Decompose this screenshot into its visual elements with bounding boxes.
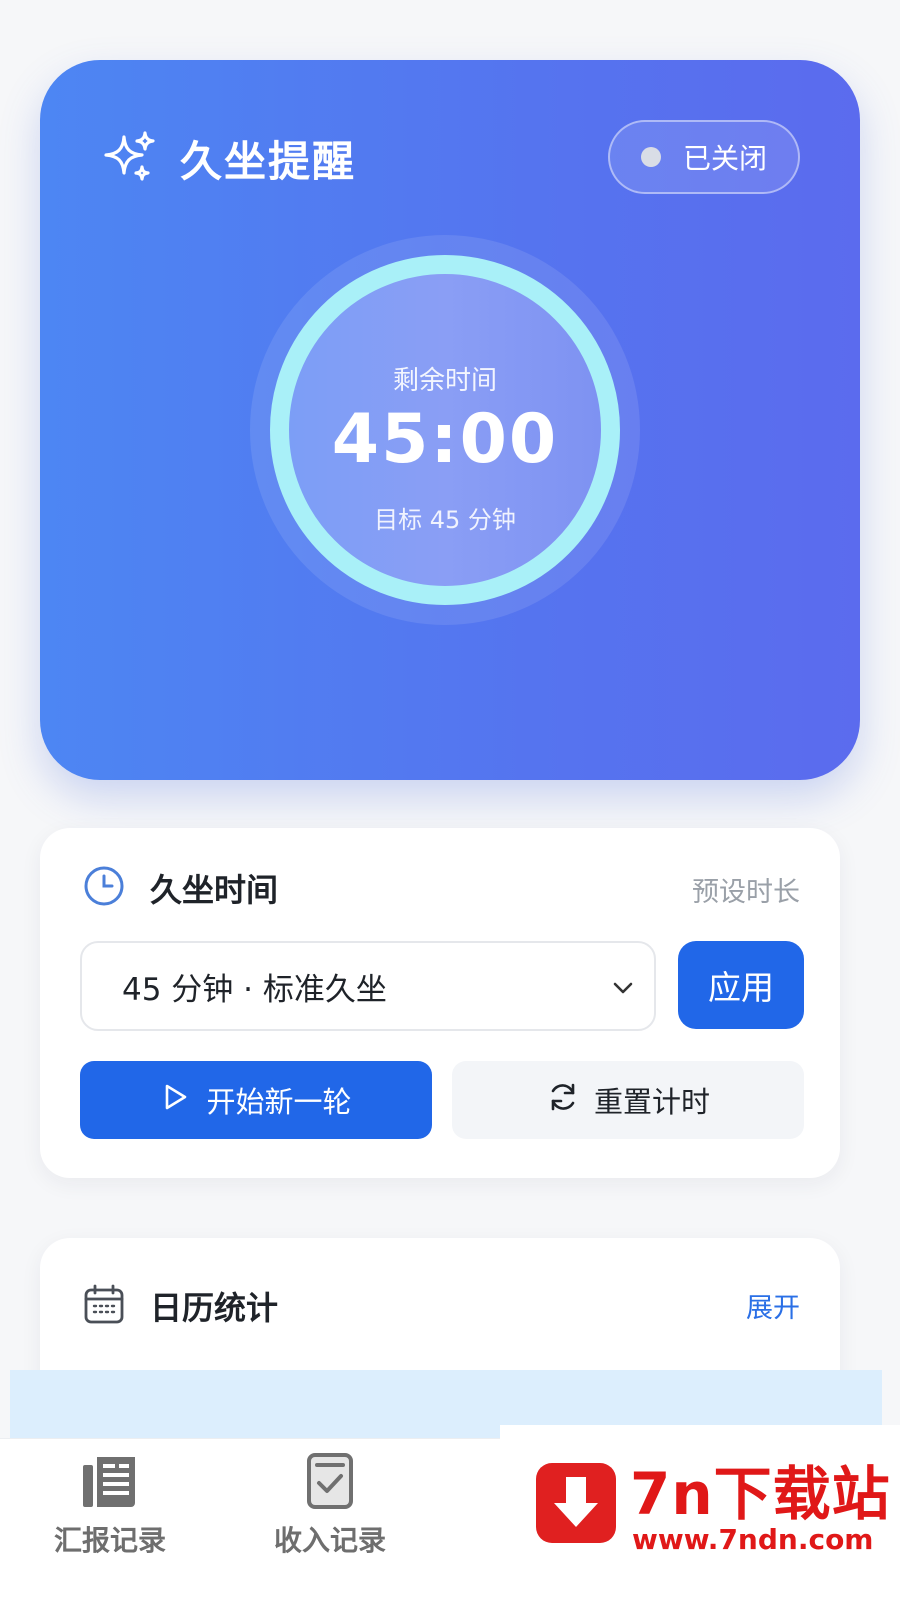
tab-report-records-label: 汇报记录	[53, 1524, 166, 1557]
tab-report-records[interactable]: 汇报记录	[30, 1451, 190, 1559]
sit-time-card: 久坐时间 预设时长 45 分钟 · 标准久坐 应用 开始新一轮 重置计时	[40, 828, 840, 1178]
reset-timer-label: 重置计时	[593, 1085, 710, 1119]
remaining-time-value: 45:00	[331, 400, 559, 479]
reminder-status-toggle[interactable]: 已关闭	[608, 120, 800, 194]
apply-button[interactable]: 应用	[678, 941, 804, 1029]
status-dot	[640, 147, 661, 167]
calendar-icon	[82, 1282, 126, 1330]
start-new-round-label: 开始新一轮	[206, 1085, 352, 1119]
hero-title: 久坐提醒	[180, 137, 357, 186]
start-new-round-button[interactable]: 开始新一轮	[80, 1061, 432, 1139]
watermark-name: 7n下载站	[630, 1460, 891, 1528]
hero-header: 久坐提醒	[102, 128, 356, 189]
status-label: 已关闭	[682, 142, 767, 175]
reset-timer-button[interactable]: 重置计时	[452, 1061, 804, 1139]
sparkles-icon	[102, 129, 158, 189]
watermark: 7n下载站 www.7ndn.com	[500, 1425, 900, 1600]
calendar-title: 日历统计	[150, 1289, 279, 1327]
watermark-url: www.7ndn.com	[632, 1523, 874, 1556]
download-arrow-icon	[536, 1463, 616, 1543]
duration-select-value: 45 分钟 · 标准久坐	[122, 971, 387, 1008]
sedentary-reminder-card: 久坐提醒 已关闭 剩余时间 45:00 目标 45 分钟	[40, 60, 860, 780]
newspaper-icon	[30, 1451, 190, 1513]
timer-ring: 剩余时间 45:00 目标 45 分钟	[270, 255, 620, 605]
preset-duration-label: 预设时长	[692, 877, 800, 908]
calendar-header: 日历统计	[82, 1282, 278, 1330]
checklist-icon	[250, 1451, 410, 1513]
duration-select[interactable]: 45 分钟 · 标准久坐	[80, 941, 656, 1031]
target-duration-text: 目标 45 分钟	[374, 506, 516, 534]
remaining-time-label: 剩余时间	[392, 366, 497, 396]
refresh-icon	[546, 1080, 594, 1121]
clock-icon	[82, 864, 126, 912]
expand-calendar-link[interactable]: 展开	[746, 1286, 800, 1325]
tab-income-records-label: 收入记录	[273, 1524, 386, 1557]
play-icon	[160, 1082, 206, 1119]
tab-income-records[interactable]: 收入记录	[250, 1451, 410, 1559]
sit-time-header: 久坐时间	[82, 864, 278, 912]
sit-time-title: 久坐时间	[150, 871, 279, 909]
